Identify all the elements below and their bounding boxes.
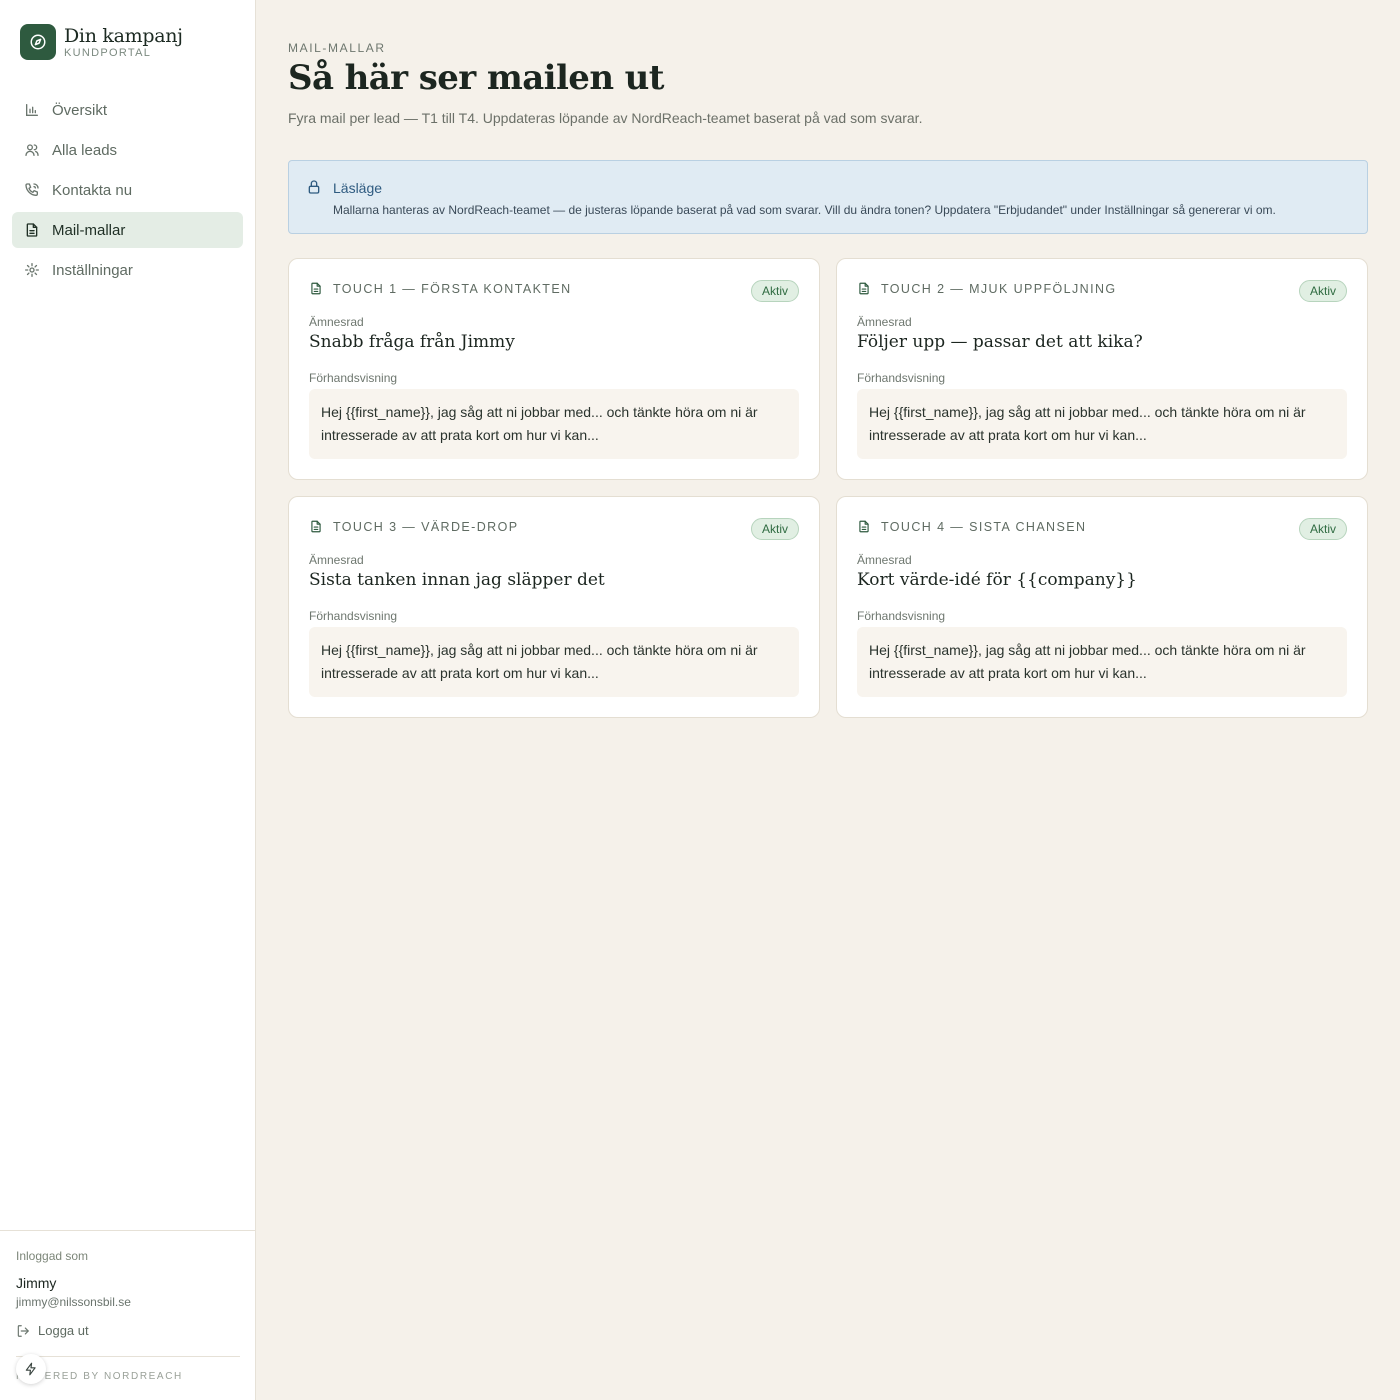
email-preview: Hej {{first_name}}, jag såg att ni jobba… xyxy=(309,627,799,697)
subject-line: Följer upp — passar det att kika? xyxy=(857,332,1143,352)
status-badge: Aktiv xyxy=(750,280,799,302)
template-card: TOUCH 2 — MJUK UPPFÖLJNING Aktiv Ämnesra… xyxy=(836,258,1368,480)
user-email: jimmy@nilssonsbil.se xyxy=(16,1295,131,1309)
page-eyebrow: MAIL-MALLAR xyxy=(288,41,386,55)
subject-line: Kort värde-idé för {{company}} xyxy=(857,570,1137,590)
sidebar-item-oversikt[interactable]: Översikt xyxy=(12,92,243,128)
email-preview: Hej {{first_name}}, jag såg att ni jobba… xyxy=(857,389,1347,459)
subject-line: Sista tanken innan jag släpper det xyxy=(309,570,605,590)
preview-label: Förhandsvisning xyxy=(857,371,946,385)
notice-title: Läsläge xyxy=(333,180,383,196)
sidebar-item-mail-mallar[interactable]: Mail-mallar xyxy=(12,212,243,248)
sidebar-item-kontakta-nu[interactable]: Kontakta nu xyxy=(12,172,243,208)
preview-label: Förhandsvisning xyxy=(309,609,398,623)
users-icon xyxy=(25,144,39,156)
bar-chart-icon xyxy=(26,104,38,116)
account-panel: Inloggad som Jimmy jimmy@nilssonsbil.se … xyxy=(0,1230,256,1338)
page-subtitle: Fyra mail per lead — T1 till T4. Uppdate… xyxy=(288,110,923,126)
quick-action-button[interactable] xyxy=(16,1354,46,1384)
read-only-notice: Läsläge Mallarna hanteras av NordReach-t… xyxy=(288,160,1368,234)
lock-icon xyxy=(308,180,320,194)
email-preview: Hej {{first_name}}, jag såg att ni jobba… xyxy=(857,627,1347,697)
subject-label: Ämnesrad xyxy=(309,315,364,329)
subject-line: Snabb fråga från Jimmy xyxy=(309,332,515,352)
document-icon xyxy=(26,223,38,237)
logged-in-label: Inloggad som xyxy=(16,1249,89,1263)
divider xyxy=(16,1356,240,1357)
sidebar-item-label: Mail-mallar xyxy=(52,221,126,239)
logout-icon xyxy=(17,1324,29,1337)
document-icon xyxy=(311,520,321,533)
status-badge: Aktiv xyxy=(750,518,799,540)
preview-label: Förhandsvisning xyxy=(309,371,398,385)
document-icon xyxy=(311,282,321,295)
email-preview: Hej {{first_name}}, jag såg att ni jobba… xyxy=(309,389,799,459)
logout-label: Logga ut xyxy=(38,1323,89,1338)
preview-label: Förhandsvisning xyxy=(857,609,946,623)
notice-text: Mallarna hanteras av NordReach-teamet — … xyxy=(333,203,1276,217)
logout-button[interactable]: Logga ut xyxy=(16,1323,240,1338)
status-badge: Aktiv xyxy=(1298,280,1347,302)
subject-label: Ämnesrad xyxy=(857,553,912,567)
document-icon xyxy=(859,520,869,533)
brand[interactable]: Din kampanj KUNDPORTAL xyxy=(20,24,183,60)
brand-subtitle: KUNDPORTAL xyxy=(64,46,152,59)
sidebar-item-label: Alla leads xyxy=(52,141,118,159)
document-icon xyxy=(859,282,869,295)
subject-label: Ämnesrad xyxy=(309,553,364,567)
sidebar-item-label: Inställningar xyxy=(52,261,133,279)
brand-title: Din kampanj xyxy=(64,24,183,47)
phone-icon xyxy=(25,183,39,196)
gear-icon xyxy=(25,263,39,277)
sidebar-item-label: Kontakta nu xyxy=(52,181,133,199)
template-card: TOUCH 3 — VÄRDE-DROP Aktiv Ämnesrad Sist… xyxy=(288,496,820,718)
sidebar-item-installningar[interactable]: Inställningar xyxy=(12,252,243,288)
compass-icon xyxy=(20,24,56,60)
user-name: Jimmy xyxy=(16,1275,57,1291)
sidebar-nav: Översikt Alla leads Kontakta nu Mail-mal… xyxy=(12,92,243,292)
sidebar: Din kampanj KUNDPORTAL Översikt Alla lea… xyxy=(0,0,256,1400)
sidebar-item-alla-leads[interactable]: Alla leads xyxy=(12,132,243,168)
status-badge: Aktiv xyxy=(1298,518,1347,540)
touch-label: TOUCH 4 — SISTA CHANSEN xyxy=(881,519,1087,534)
template-card: TOUCH 1 — FÖRSTA KONTAKTEN Aktiv Ämnesra… xyxy=(288,258,820,480)
template-card: TOUCH 4 — SISTA CHANSEN Aktiv Ämnesrad K… xyxy=(836,496,1368,718)
sidebar-item-label: Översikt xyxy=(52,101,108,119)
touch-label: TOUCH 3 — VÄRDE-DROP xyxy=(333,519,519,534)
subject-label: Ämnesrad xyxy=(857,315,912,329)
page-title: Så här ser mailen ut xyxy=(288,58,665,98)
touch-label: TOUCH 1 — FÖRSTA KONTAKTEN xyxy=(333,281,572,296)
lightning-icon xyxy=(25,1362,36,1376)
touch-label: TOUCH 2 — MJUK UPPFÖLJNING xyxy=(881,281,1117,296)
